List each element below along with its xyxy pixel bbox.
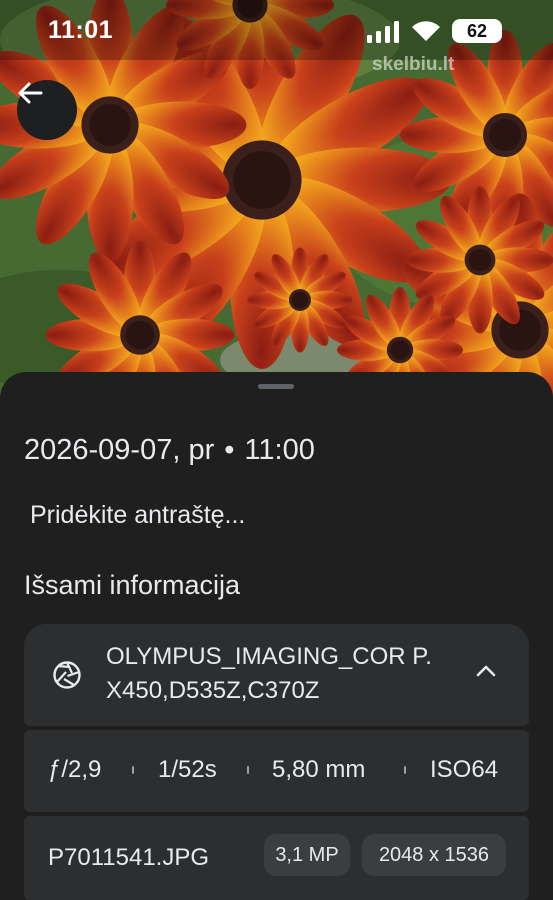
date-time: 2026-09-07, pr • 11:00 bbox=[24, 434, 315, 467]
details-sheet[interactable]: 2026-09-07, pr • 11:00 Pridėkite antraštę.… bbox=[0, 372, 553, 900]
focal-length-value: 5,80 mm bbox=[272, 756, 366, 783]
divider bbox=[247, 766, 249, 774]
camera-model: OLYMPUS_IMAGING_COR P. X450,D535Z,C370Z bbox=[106, 643, 432, 704]
drag-handle[interactable] bbox=[258, 384, 294, 389]
aperture-icon bbox=[52, 660, 82, 695]
shutter-value: 1/52s bbox=[158, 756, 217, 783]
battery-icon: 62 bbox=[452, 19, 502, 43]
watermark: skelbiu.lt bbox=[372, 54, 455, 75]
photo-time: 11:00 bbox=[244, 434, 315, 466]
back-button[interactable] bbox=[17, 80, 77, 140]
iso-value: ISO64 bbox=[430, 756, 499, 783]
exposure-card: ƒ/2,9 1/52s 5,80 mm ISO64 bbox=[24, 730, 529, 812]
arrow-left-icon bbox=[18, 82, 43, 104]
separator-dot: • bbox=[224, 434, 235, 466]
divider bbox=[132, 766, 134, 774]
add-caption-field[interactable]: Pridėkite antraštę... bbox=[30, 501, 245, 530]
divider bbox=[404, 766, 406, 774]
resolution-chip: 2048 x 1536 bbox=[362, 834, 506, 876]
file-name: P7011541.JPG bbox=[48, 844, 210, 871]
photo-preview[interactable]: 11:01 62 skelbiu.lt bbox=[0, 0, 553, 400]
aperture-value: ƒ/2,9 bbox=[48, 756, 102, 783]
file-card: P7011541.JPG 3,1 MP 2048 x 1536 bbox=[24, 816, 529, 900]
camera-card[interactable]: OLYMPUS_IMAGING_COR P. X450,D535Z,C370Z bbox=[24, 624, 529, 726]
status-time: 11:01 bbox=[48, 16, 114, 44]
chevron-up-icon[interactable] bbox=[476, 664, 496, 683]
status-bar: 11:01 62 bbox=[0, 0, 553, 62]
section-title: Išsami informacija bbox=[24, 570, 241, 600]
photo-date: 2026-09-07, pr bbox=[24, 434, 215, 466]
megapixels-chip: 3,1 MP bbox=[264, 834, 350, 876]
